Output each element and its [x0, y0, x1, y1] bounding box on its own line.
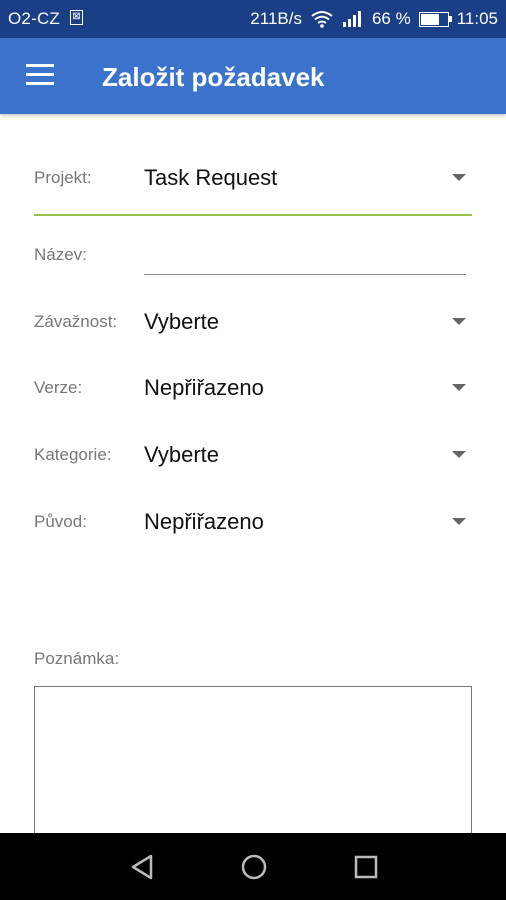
project-dropdown[interactable] [144, 158, 474, 198]
sim-card-icon: ⊠ [70, 10, 83, 25]
status-bar: O2-CZ ⊠ 211B/s 66 % 11:05 [0, 0, 506, 38]
version-label: Verze: [34, 378, 83, 397]
category-dropdown[interactable] [144, 435, 474, 475]
battery-icon [418, 11, 452, 27]
severity-label: Závažnost: [34, 312, 118, 331]
origin-label: Původ: [34, 512, 87, 531]
home-icon[interactable] [236, 849, 272, 885]
project-label: Projekt: [34, 168, 92, 187]
network-speed: 211B/s [250, 9, 302, 28]
wifi-icon [310, 10, 334, 28]
page-title: Založit požadavek [102, 62, 325, 92]
category-label: Kategorie: [34, 445, 112, 464]
carrier-name: O2-CZ [8, 9, 60, 28]
name-input[interactable] [144, 240, 466, 275]
project-underline [34, 214, 472, 216]
hamburger-menu-icon[interactable] [26, 64, 54, 86]
navigation-bar [0, 833, 506, 900]
note-textarea[interactable] [34, 686, 472, 846]
recents-icon[interactable] [348, 849, 384, 885]
version-dropdown[interactable] [144, 368, 474, 408]
origin-dropdown[interactable] [144, 502, 474, 542]
status-bar-right: 211B/s 66 % 11:05 [250, 9, 498, 29]
signal-icon [342, 11, 364, 27]
battery-percent: 66 % [371, 9, 411, 28]
name-label: Název: [34, 245, 87, 264]
clock: 11:05 [456, 9, 498, 28]
app-bar: Založit požadavek [0, 38, 506, 114]
battery-fill [420, 13, 440, 25]
severity-dropdown[interactable] [144, 302, 474, 342]
back-icon[interactable] [125, 849, 161, 885]
note-label: Poznámka: [34, 649, 120, 668]
